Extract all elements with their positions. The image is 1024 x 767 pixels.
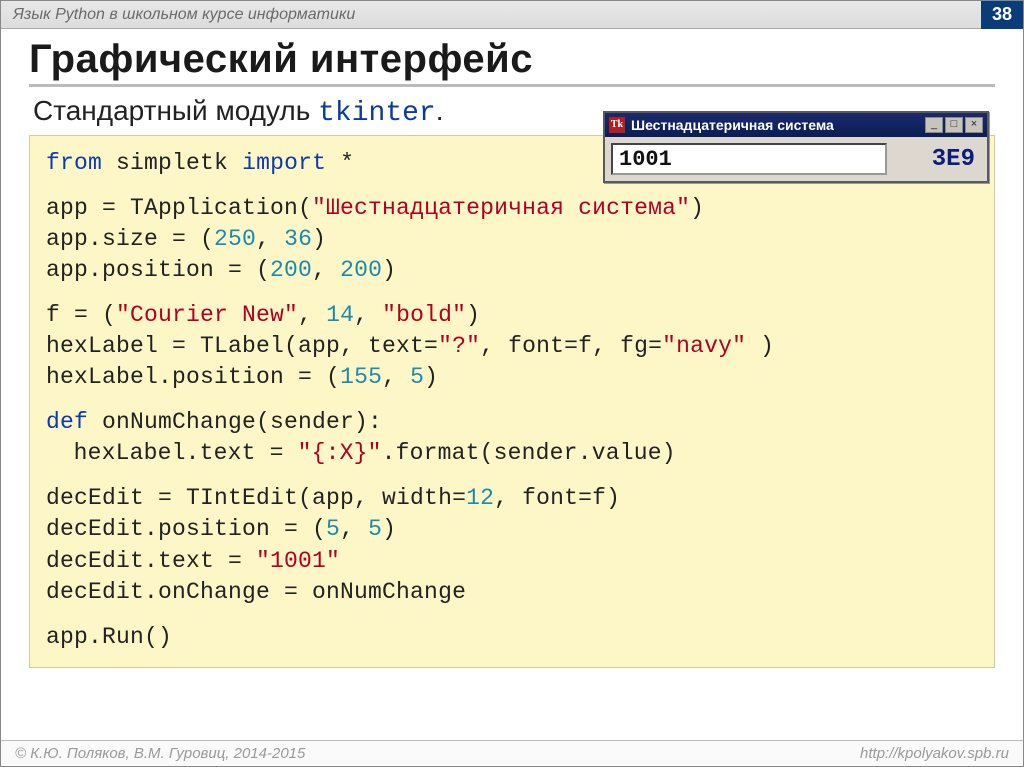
code-run: app.Run() — [46, 622, 978, 653]
page-title: Графический интерфейс — [29, 37, 995, 87]
code-edit-setup: decEdit = TIntEdit(app, width=12, font=f… — [46, 483, 978, 607]
copyright: © К.Ю. Поляков, В.М. Гуровиц, 2014-2015 — [15, 745, 305, 762]
tk-icon: Tk — [609, 117, 625, 133]
module-name: tkinter — [318, 98, 436, 129]
footer: © К.Ю. Поляков, В.М. Гуровиц, 2014-2015 … — [1, 740, 1023, 766]
tkinter-window: Tk Шестнадцатеричная система _ □ × 1001 … — [603, 111, 989, 183]
course-title: Язык Python в школьном курсе информатики — [13, 6, 355, 24]
code-block: from simpletk import * app = TApplicatio… — [29, 135, 995, 668]
hex-label: 3E9 — [895, 146, 981, 173]
slide: Язык Python в школьном курсе информатики… — [0, 0, 1024, 767]
window-title: Шестнадцатеричная система — [631, 117, 919, 133]
window-buttons: _ □ × — [925, 117, 983, 133]
minimize-button[interactable]: _ — [925, 117, 943, 133]
client-area: 1001 3E9 — [605, 137, 987, 181]
code-callback: def onNumChange(sender): hexLabel.text =… — [46, 407, 978, 469]
subtitle-prefix: Стандартный модуль — [33, 95, 318, 126]
decimal-input[interactable]: 1001 — [611, 143, 887, 175]
header-bar: Язык Python в школьном курсе информатики… — [1, 1, 1023, 29]
close-button[interactable]: × — [965, 117, 983, 133]
subtitle-suffix: . — [436, 95, 444, 126]
code-label-setup: f = ("Courier New", 14, "bold") hexLabel… — [46, 300, 978, 393]
footer-url: http://kpolyakov.spb.ru — [860, 745, 1009, 762]
titlebar: Tk Шестнадцатеричная система _ □ × — [605, 113, 987, 137]
page-number: 38 — [981, 1, 1023, 29]
code-app-setup: app = TApplication("Шестнадцатеричная си… — [46, 193, 978, 286]
maximize-button[interactable]: □ — [945, 117, 963, 133]
